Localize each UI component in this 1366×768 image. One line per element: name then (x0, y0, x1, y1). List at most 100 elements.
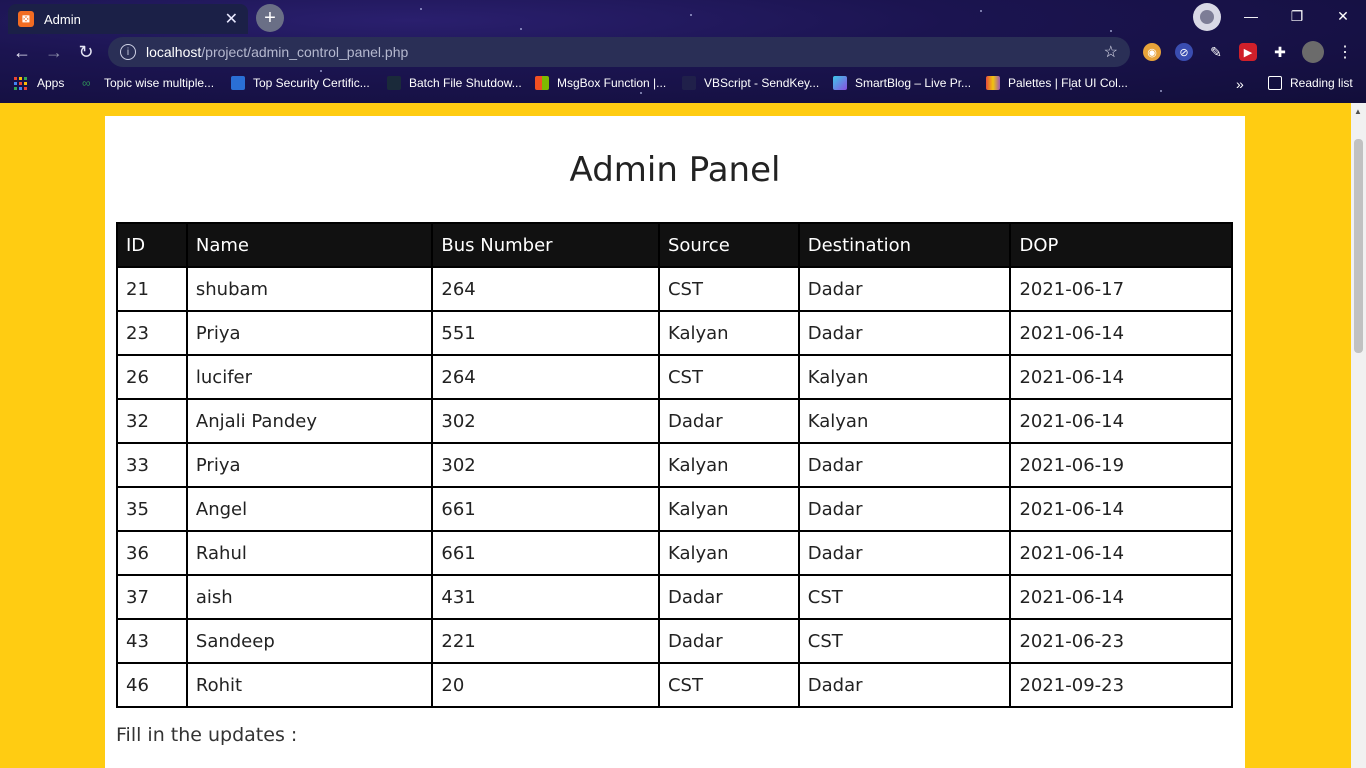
table-cell: 2021-06-23 (1009, 618, 1233, 664)
table-cell: 661 (431, 486, 660, 532)
extensions-puzzle-icon[interactable]: ✚ (1271, 43, 1289, 61)
table-row: 32 Anjali Pandey 302 Dadar Kalyan 2021-06-14 (116, 398, 1233, 444)
restore-icon[interactable]: ❐ (1274, 4, 1320, 28)
table-cell: Dadar (797, 530, 1012, 576)
table-cell: Dadar (797, 662, 1012, 708)
bookmark-security-cert[interactable]: Top Security Certific... (231, 76, 370, 90)
table-row: 36 Rahul 661 Kalyan Dadar 2021-06-14 (116, 530, 1233, 576)
table-cell: 2021-06-14 (1009, 530, 1233, 576)
apps-grid-icon (14, 76, 27, 90)
table-cell: Dadar (657, 398, 800, 444)
table-cell: Rahul (185, 530, 434, 576)
table-cell: 33 (116, 442, 188, 488)
table-body: 21 shubam 264 CST Dadar 2021-06-17 23 Priya 551 K… (116, 266, 1233, 708)
scroll-up-icon[interactable]: ▲ (1354, 107, 1362, 116)
bookmark-vbscript[interactable]: VBScript - SendKey... (682, 76, 819, 90)
table-row: 43 Sandeep 221 Dadar CST 2021-06-23 (116, 618, 1233, 664)
table-cell: 26 (116, 354, 188, 400)
table-cell: Dadar (797, 266, 1012, 312)
table-cell: Dadar (797, 442, 1012, 488)
table-row: 23 Priya 551 Kalyan Dadar 2021-06-14 (116, 310, 1233, 356)
table-cell: 23 (116, 310, 188, 356)
bookmark-msgbox[interactable]: MsgBox Function |... (535, 76, 666, 90)
table-cell: CST (797, 618, 1012, 664)
table-cell: Dadar (657, 618, 800, 664)
table-row: 26 lucifer 264 CST Kalyan 2021-06-14 (116, 354, 1233, 400)
table-cell: 221 (431, 618, 660, 664)
table-cell: 36 (116, 530, 188, 576)
table-cell: Angel (185, 486, 434, 532)
table-cell: 2021-06-17 (1009, 266, 1233, 312)
table-row: 21 shubam 264 CST Dadar 2021-06-17 (116, 266, 1233, 312)
extension-icon-4[interactable]: ▶ (1239, 43, 1257, 61)
bookmark-apps[interactable]: Apps (14, 76, 64, 90)
bookmarks-bar: Apps ∞ Topic wise multiple... Top Securi… (0, 72, 1366, 98)
address-bar[interactable]: i localhost /project/admin_control_panel… (108, 37, 1130, 67)
table-cell: Rohit (185, 662, 434, 708)
table-cell: 32 (116, 398, 188, 444)
browser-menu-icon[interactable]: ⋮ (1336, 43, 1354, 61)
bookmark-topic-wise[interactable]: ∞ Topic wise multiple... (82, 76, 214, 90)
table-row: 37 aish 431 Dadar CST 2021-06-14 (116, 574, 1233, 620)
table-cell: Priya (185, 310, 434, 356)
table-cell: CST (657, 662, 800, 708)
microsoft-logo-icon (535, 76, 549, 90)
table-cell: shubam (185, 266, 434, 312)
extension-icon-3[interactable]: ✎ (1207, 43, 1225, 61)
extension-icon-2[interactable]: ⊘ (1175, 43, 1193, 61)
bookmark-smartblog[interactable]: SmartBlog – Live Pr... (833, 76, 971, 90)
table-row: 35 Angel 661 Kalyan Dadar 2021-06-14 (116, 486, 1233, 532)
bookmark-label: Top Security Certific... (253, 76, 370, 90)
page-favicon-icon (682, 76, 696, 90)
site-info-icon[interactable]: i (120, 44, 136, 60)
bookmark-label: MsgBox Function |... (557, 76, 667, 90)
minimize-icon[interactable]: — (1228, 4, 1274, 28)
table-cell: Kalyan (797, 398, 1012, 444)
browser-tab[interactable]: ⊠ Admin ✕ (8, 4, 248, 34)
table-cell: 35 (116, 486, 188, 532)
reading-list-button[interactable]: Reading list (1268, 76, 1353, 90)
table-cell: 431 (431, 574, 660, 620)
table-cell: 37 (116, 574, 188, 620)
table-cell: CST (657, 266, 800, 312)
table-header-row: ID Name Bus Number Source Destination DO… (116, 222, 1233, 268)
close-window-icon[interactable]: ✕ (1320, 4, 1366, 28)
extension-icon-1[interactable]: ◉ (1143, 43, 1161, 61)
bookmark-batch-file[interactable]: Batch File Shutdow... (387, 76, 522, 90)
user-avatar[interactable] (1302, 41, 1324, 63)
header-source: Source (657, 222, 800, 268)
table-cell: 20 (431, 662, 660, 708)
table-cell: Sandeep (185, 618, 434, 664)
bookmark-label: SmartBlog – Live Pr... (855, 76, 972, 90)
browser-toolbar: ← → ↻ i localhost /project/admin_control… (0, 36, 1366, 68)
back-icon[interactable]: ← (8, 36, 36, 68)
fill-updates-label: Fill in the updates : (116, 724, 298, 746)
bookmark-label: Topic wise multiple... (104, 76, 215, 90)
scrollbar-thumb[interactable] (1354, 139, 1363, 353)
page-scrollbar[interactable]: ▲ (1351, 103, 1366, 768)
profile-menu-icon[interactable] (1193, 3, 1221, 31)
table-cell: 2021-06-19 (1009, 442, 1233, 488)
table-cell: aish (185, 574, 434, 620)
table-cell: Kalyan (657, 486, 800, 532)
reload-icon[interactable]: ↻ (72, 36, 100, 68)
header-destination: Destination (797, 222, 1012, 268)
table-cell: Dadar (797, 486, 1012, 532)
bookmark-star-icon[interactable]: ☆ (1104, 42, 1118, 62)
table-cell: lucifer (185, 354, 434, 400)
table-cell: 2021-06-14 (1009, 574, 1233, 620)
page-favicon-icon (231, 76, 245, 90)
header-dop: DOP (1009, 222, 1233, 268)
tab-title: Admin (44, 11, 81, 27)
close-tab-icon[interactable]: ✕ (225, 9, 238, 29)
more-bookmarks-icon[interactable]: » (1236, 76, 1244, 92)
table-cell: 2021-09-23 (1009, 662, 1233, 708)
table-cell: 2021-06-14 (1009, 486, 1233, 532)
table-cell: 2021-06-14 (1009, 354, 1233, 400)
table-cell: 2021-06-14 (1009, 310, 1233, 356)
new-tab-button[interactable]: + (256, 4, 284, 32)
table-cell: 2021-06-14 (1009, 398, 1233, 444)
table-cell: 21 (116, 266, 188, 312)
bookmark-palettes[interactable]: Palettes | Flat UI Col... (986, 76, 1128, 90)
forward-icon[interactable]: → (40, 36, 68, 68)
